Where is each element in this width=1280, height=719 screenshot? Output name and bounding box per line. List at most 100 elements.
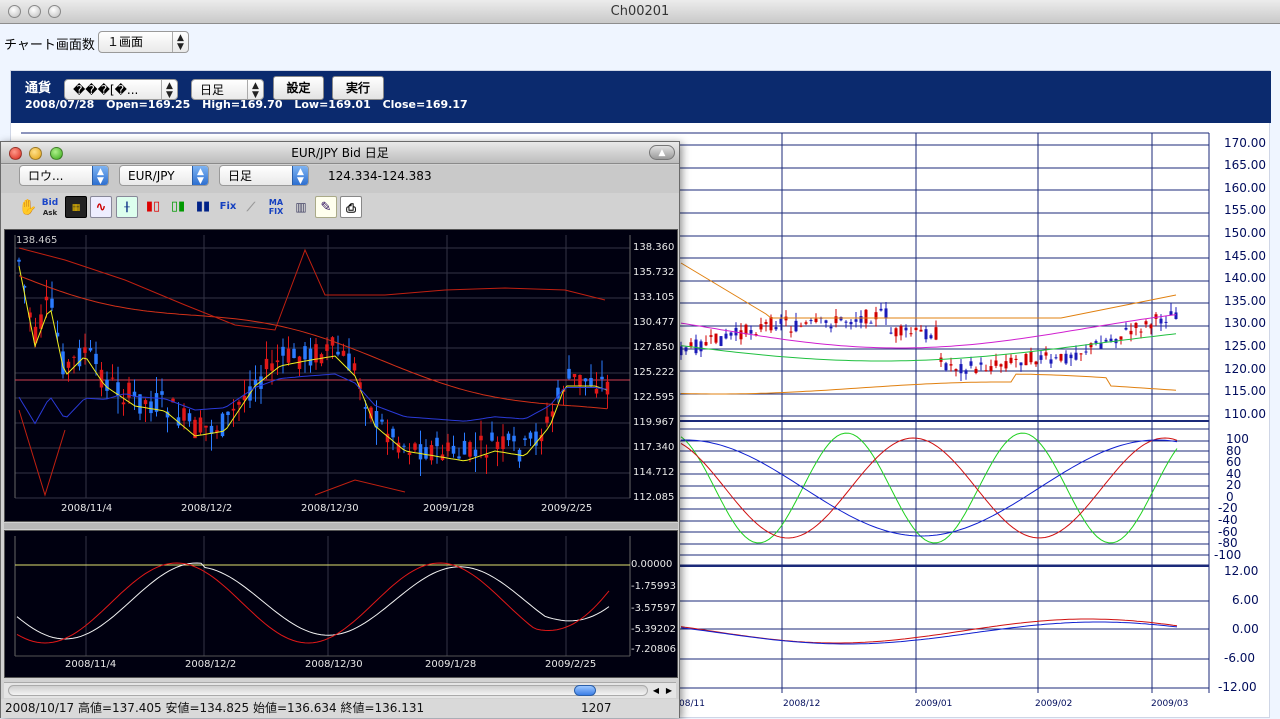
candle-body xyxy=(714,333,718,343)
close-icon[interactable] xyxy=(9,147,22,160)
window-titlebar: Ch00201 xyxy=(0,0,1280,24)
candle-body xyxy=(1074,352,1078,360)
pane-splitter[interactable] xyxy=(4,523,678,529)
minimize-icon[interactable] xyxy=(29,147,42,160)
candlestick-blue-icon[interactable]: ▮▮ xyxy=(192,196,214,218)
candle-body xyxy=(523,438,527,441)
macd-tick: -1.75993 xyxy=(631,581,676,592)
date-tick: 2008/12/30 xyxy=(305,659,363,670)
slope-icon[interactable]: ⟋ xyxy=(240,196,262,218)
period-select-value: 日足 xyxy=(200,83,225,97)
screens-select[interactable]: １画面 ▲ ▼ xyxy=(98,31,189,53)
lower-band-line xyxy=(680,373,1177,395)
horizontal-scrollbar[interactable]: ◀ ▶ xyxy=(4,682,676,698)
candle-body xyxy=(724,333,728,339)
price-tick: 130.00 xyxy=(1224,316,1266,330)
candle-body xyxy=(275,360,280,363)
candle-body xyxy=(380,419,384,422)
hand-icon[interactable]: ✋ xyxy=(17,196,39,218)
candle-body xyxy=(143,400,148,405)
fix-icon[interactable]: Fix xyxy=(217,196,239,218)
candle-body xyxy=(528,432,533,439)
scroll-left-icon[interactable]: ◀ xyxy=(650,683,662,698)
zoom-icon[interactable] xyxy=(50,147,63,160)
candle-body xyxy=(286,348,291,363)
currency-select[interactable]: ���[�... ▲ ▼ xyxy=(64,79,178,100)
candle-body xyxy=(849,321,853,325)
ohlc-close: Close=169.17 xyxy=(382,98,468,111)
candle-body xyxy=(160,391,164,395)
candle-body xyxy=(1054,357,1058,359)
candle-body xyxy=(719,336,723,346)
candle-body xyxy=(914,327,918,331)
candle-body xyxy=(694,339,698,354)
date-tick: 2008/12/2 xyxy=(181,503,233,514)
candle-body xyxy=(1004,361,1008,369)
candlestick-red-icon[interactable]: ▮▯ xyxy=(142,196,164,218)
candle-body xyxy=(1169,311,1173,316)
minimize-icon[interactable] xyxy=(28,5,41,18)
max-fix-icon[interactable]: MA FIX xyxy=(265,196,287,218)
zoom-icon[interactable] xyxy=(48,5,61,18)
bid-ask-icon[interactable]: Bid Ask xyxy=(39,196,61,218)
currency-label: 通貨 xyxy=(25,81,52,96)
macd-tick: -3.57597 xyxy=(631,603,676,614)
pencil-icon[interactable]: ✎ xyxy=(315,196,337,218)
toolbar-toggle-icon[interactable]: ▲ xyxy=(649,145,675,160)
candle-body xyxy=(829,326,833,329)
close-icon[interactable] xyxy=(8,5,21,18)
candle-body xyxy=(1149,324,1153,329)
macd-tick: -12.00 xyxy=(1218,680,1257,694)
period-select-inner[interactable]: 日足 ▲ ▼ xyxy=(219,165,309,186)
print-icon[interactable]: ⎙ xyxy=(340,196,362,218)
candle-body xyxy=(94,353,98,365)
settings-button[interactable]: 設定 xyxy=(273,76,324,100)
candle-body xyxy=(506,433,511,441)
quote-readout: 124.334-124.383 xyxy=(328,169,432,183)
pair-select-value: EUR/JPY xyxy=(128,169,175,183)
candle-body xyxy=(859,316,863,323)
candle-body xyxy=(1129,330,1133,335)
currency-select-value: ���[�... xyxy=(73,83,139,97)
chart-type-select[interactable]: ロウ... ▲ ▼ xyxy=(19,165,109,186)
scroll-right-icon[interactable]: ▶ xyxy=(663,683,675,698)
grid-icon[interactable]: ▦ xyxy=(65,196,87,218)
candle-body xyxy=(66,361,71,368)
bar-chart-icon[interactable]: ▥ xyxy=(290,196,312,218)
candle-body xyxy=(974,368,978,373)
ohlc-open: Open=169.25 xyxy=(106,98,191,111)
price-tick: 170.00 xyxy=(1224,136,1266,150)
candle-body xyxy=(899,326,903,336)
candle-body xyxy=(204,425,208,428)
candle-body xyxy=(919,329,923,332)
max-price-label: 138.465 xyxy=(16,235,58,246)
price-tick: 125.00 xyxy=(1224,339,1266,353)
candlestick-green-icon[interactable]: ▯▮ xyxy=(167,196,189,218)
candle-body xyxy=(884,308,888,319)
candle-body xyxy=(50,298,54,308)
period-select[interactable]: 日足 ▲ ▼ xyxy=(191,79,264,100)
candle-body xyxy=(308,348,313,366)
candle-icon[interactable]: ╂ xyxy=(116,196,138,218)
scroll-thumb[interactable] xyxy=(574,685,596,696)
run-button[interactable]: 実行 xyxy=(332,76,384,100)
scroll-track[interactable] xyxy=(8,685,648,696)
candle-body xyxy=(1064,353,1068,364)
candle-body xyxy=(435,437,439,447)
stoch-d-line xyxy=(680,437,1178,539)
candle-body xyxy=(909,333,913,335)
pair-select[interactable]: EUR/JPY ▲ ▼ xyxy=(119,165,209,186)
price-tick: 135.732 xyxy=(633,267,675,278)
status-bar: 2008/10/17 高値=137.405 安値=134.825 始値=136.… xyxy=(1,699,679,718)
candle-body xyxy=(979,362,983,365)
signal-line xyxy=(680,621,1178,645)
macd-tick: 12.00 xyxy=(1224,564,1259,578)
candle-body xyxy=(749,330,753,334)
wave-icon[interactable]: ∿ xyxy=(90,196,112,218)
candle-body xyxy=(226,411,230,416)
candle-body xyxy=(1094,341,1098,343)
price-tick: 122.595 xyxy=(633,392,675,403)
period-select-inner-value: 日足 xyxy=(228,169,253,183)
candle-body xyxy=(451,445,456,454)
candle-body xyxy=(764,321,768,324)
